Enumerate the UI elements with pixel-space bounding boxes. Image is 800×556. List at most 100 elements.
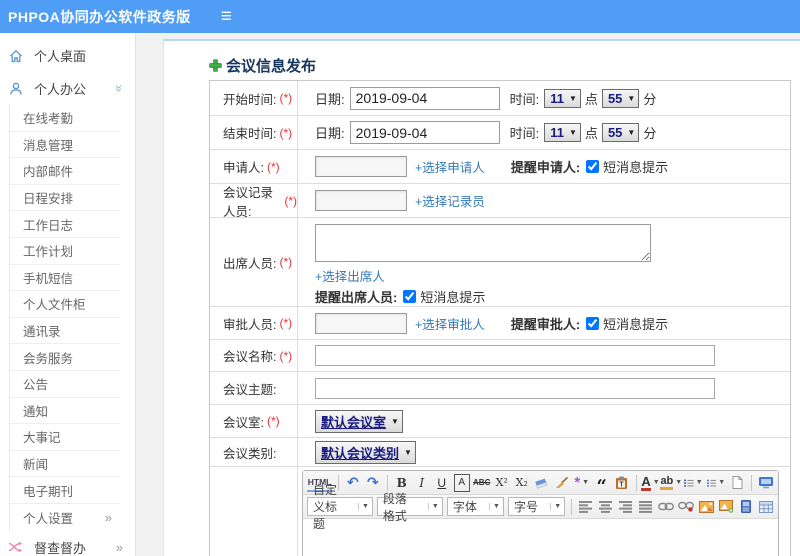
choose-applicant-link[interactable]: +选择申请人 [415, 157, 485, 176]
field-label: 会议类别: [223, 446, 277, 461]
hamburger-menu-icon[interactable]: ≡ [221, 7, 232, 26]
dropdown-arrow-icon: ▼ [569, 93, 577, 103]
insert-media-icon[interactable] [738, 498, 754, 516]
meeting-subject-input[interactable] [315, 377, 715, 399]
end-minute-select[interactable]: 55 ▼ [601, 123, 640, 142]
sidebar-item-contacts[interactable]: 通讯录 [10, 318, 120, 345]
format-brush-icon[interactable] [554, 474, 570, 492]
sidebar-item-schedule[interactable]: 日程安排 [10, 185, 120, 212]
auto-format-icon[interactable]: * ▼ [574, 474, 590, 492]
applicant-sms-checkbox[interactable] [586, 160, 600, 173]
sidebar: 个人桌面 个人办公 » 在线考勤 消息管理 内部邮件 日程安排 工作日志 工作计… [0, 33, 136, 556]
insert-table-icon[interactable] [758, 498, 774, 516]
custom-title-dropdown[interactable]: 自定义标题 ▼ [307, 483, 373, 531]
end-date-input[interactable] [349, 121, 500, 144]
sidebar-item-news[interactable]: 新闻 [10, 451, 120, 478]
required-mark: (*) [279, 125, 293, 140]
redo-icon[interactable]: ↷ [365, 474, 381, 492]
unordered-list-icon[interactable]: ▼ [706, 474, 725, 492]
sidebar-item-personal-file-cabinet[interactable]: 个人文件柜 [10, 291, 120, 318]
sidebar-item-online-attendance[interactable]: 在线考勤 [10, 105, 120, 132]
font-size-dropdown[interactable]: 字号 ▼ [507, 497, 566, 516]
font-family-dropdown[interactable]: 字体 ▼ [446, 497, 504, 516]
start-minute-select[interactable]: 55 ▼ [601, 88, 640, 108]
align-right-icon[interactable] [618, 498, 634, 516]
insert-image-upload-icon[interactable] [718, 498, 734, 516]
home-icon [8, 48, 26, 64]
dropdown-arrow-icon: ▼ [652, 479, 660, 486]
align-left-icon[interactable] [578, 498, 594, 516]
choose-attendees-link[interactable]: +选择出席人 [315, 266, 385, 285]
form-row-recorder: 会议记录人员: (*) +选择记录员 [210, 184, 790, 219]
attendees-sms-checkbox[interactable] [403, 290, 417, 303]
subscript-icon[interactable]: X₂ [514, 474, 530, 492]
font-color-icon[interactable]: A ▼ [641, 474, 660, 492]
highlight-color-icon[interactable]: ab ▼ [660, 474, 682, 492]
sidebar-item-message-management[interactable]: 消息管理 [10, 132, 120, 159]
align-justify-icon[interactable] [638, 498, 654, 516]
insert-image-icon[interactable] [698, 498, 714, 516]
remind-approver-label: 提醒审批人: [510, 316, 581, 332]
date-label: 日期: [315, 91, 345, 107]
sidebar-subnav: 在线考勤 消息管理 内部邮件 日程安排 工作日志 工作计划 手机短信 个人文件柜… [9, 105, 120, 531]
meeting-form: 开始时间:(*) 日期: 时间: 11▼ 点 55▼ 分 结束时间:(*) 日期… [209, 80, 791, 556]
start-date-input[interactable] [349, 86, 500, 110]
hour-unit-label: 点 [584, 91, 598, 107]
choose-approver-link[interactable]: +选择审批人 [415, 314, 485, 333]
end-hour-select[interactable]: 11 ▼ [544, 123, 581, 142]
add-icon [209, 58, 222, 72]
sidebar-item-personal-settings[interactable]: 个人设置» [10, 504, 120, 531]
new-page-icon[interactable] [729, 474, 745, 492]
sidebar-item-personal-office[interactable]: 个人办公 » [0, 72, 135, 105]
sidebar-item-supervision[interactable]: 督查督办 » [0, 531, 135, 556]
meeting-category-select[interactable]: 默认会议类别 ▼ [315, 440, 416, 464]
underline-icon[interactable]: U [434, 474, 450, 492]
sidebar-item-mobile-sms[interactable]: 手机短信 [10, 265, 120, 292]
font-border-icon[interactable]: A [453, 473, 470, 492]
attendees-textarea[interactable] [315, 224, 651, 262]
top-bar: PHPOA协同办公软件政务版 ≡ [0, 0, 800, 33]
strikethrough-icon[interactable]: ABC [473, 474, 490, 492]
editor-content-area[interactable] [303, 519, 778, 556]
sidebar-item-notice[interactable]: 通知 [10, 398, 120, 425]
superscript-icon[interactable]: X² [494, 474, 510, 492]
approver-input[interactable] [315, 312, 407, 334]
sidebar-item-meeting-service[interactable]: 会务服务 [10, 344, 120, 371]
form-row-approver: 审批人员: (*) +选择审批人 提醒审批人: 短消息提示 [210, 307, 790, 340]
meeting-room-select[interactable]: 默认会议室 ▼ [315, 409, 403, 433]
paste-icon[interactable] [614, 474, 630, 492]
ordered-list-icon[interactable]: ▼ [684, 474, 703, 492]
sidebar-item-memorabilia[interactable]: 大事记 [10, 424, 120, 451]
required-mark: (*) [279, 348, 293, 363]
blockquote-icon[interactable]: “ [594, 474, 610, 495]
insert-link-icon[interactable] [658, 498, 674, 516]
applicant-input[interactable] [315, 156, 407, 177]
page-header: 会议信息发布 [209, 50, 800, 80]
required-mark: (*) [279, 255, 293, 269]
sidebar-item-internal-mail[interactable]: 内部邮件 [10, 158, 120, 185]
sidebar-item-e-journal[interactable]: 电子期刊 [10, 477, 120, 504]
sms-label: 短消息提示 [420, 290, 486, 305]
dropdown-arrow-icon: ▼ [550, 503, 561, 510]
form-row-start-time: 开始时间:(*) 日期: 时间: 11▼ 点 55▼ 分 [210, 81, 790, 116]
hour-unit-label: 点 [584, 126, 598, 141]
minute-unit-label: 分 [643, 91, 657, 107]
sidebar-item-work-log[interactable]: 工作日志 [10, 211, 120, 238]
form-row-meeting-category: 会议类别: 默认会议类别 ▼ [210, 438, 790, 467]
chevron-double-right-icon: » [104, 509, 112, 525]
sidebar-item-personal-desktop[interactable]: 个人桌面 [0, 39, 135, 72]
align-center-icon[interactable] [598, 498, 614, 516]
sidebar-item-work-plan[interactable]: 工作计划 [10, 238, 120, 265]
fullscreen-icon[interactable] [758, 474, 774, 492]
eraser-icon[interactable] [534, 474, 550, 492]
form-row-end-time: 结束时间:(*) 日期: 时间: 11▼ 点 55▼ 分 [210, 116, 790, 150]
choose-recorder-link[interactable]: +选择记录员 [415, 191, 485, 210]
remove-link-icon[interactable] [678, 498, 694, 516]
sidebar-item-announcement[interactable]: 公告 [10, 371, 120, 398]
approver-sms-checkbox[interactable] [586, 316, 600, 330]
paragraph-format-dropdown[interactable]: 段落格式 ▼ [376, 492, 443, 523]
recorder-input[interactable] [315, 190, 407, 211]
dropdown-arrow-icon: ▼ [569, 128, 577, 137]
meeting-name-input[interactable] [315, 345, 715, 366]
start-hour-select[interactable]: 11 ▼ [544, 88, 581, 108]
